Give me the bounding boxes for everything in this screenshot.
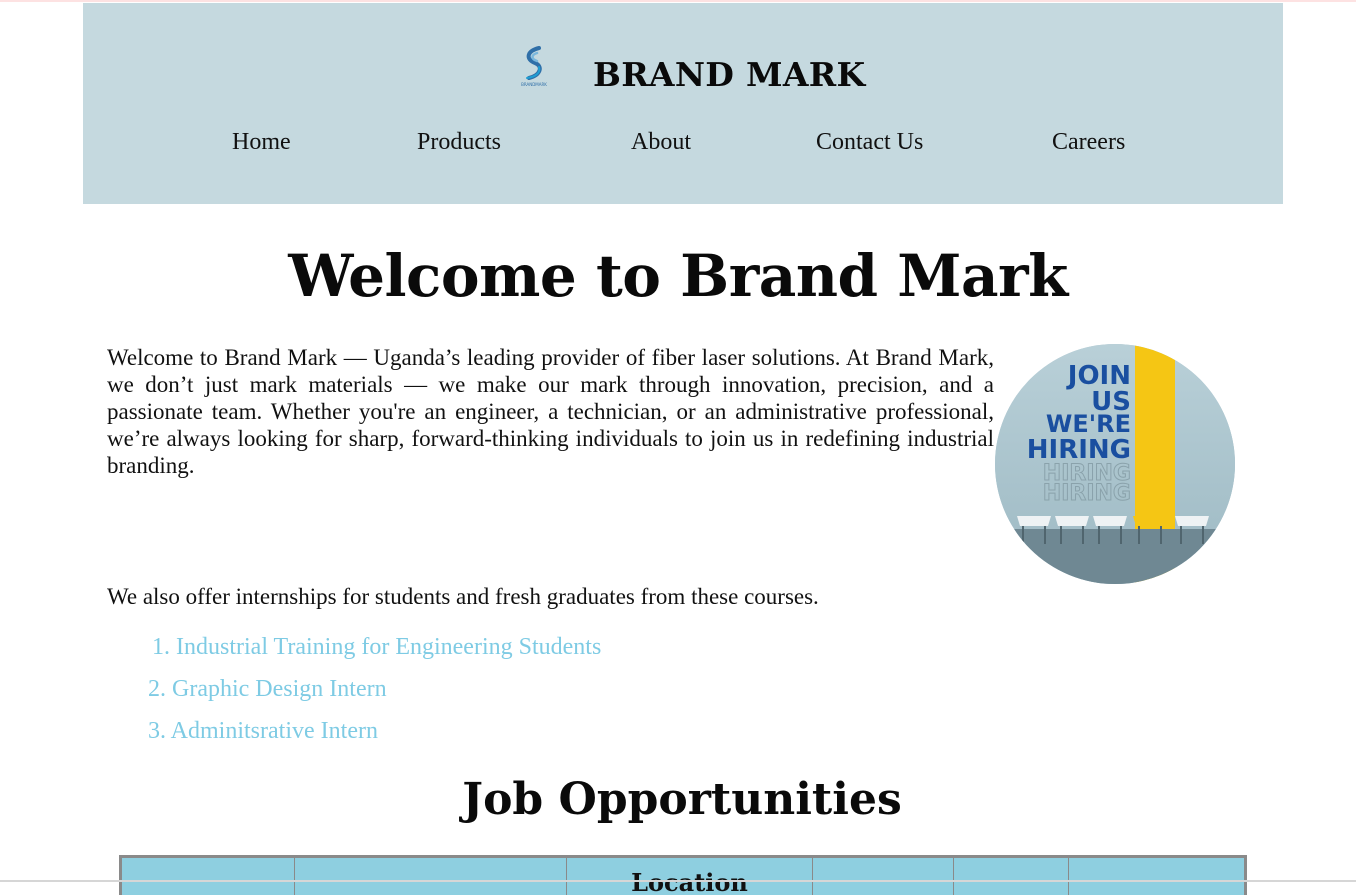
jobs-table-header-cell [122, 858, 295, 895]
hiring-line-3: WE'RE [1046, 410, 1131, 438]
course-item-industrial-training[interactable]: 1. Industrial Training for Engineering S… [148, 626, 601, 668]
brand-row: BRANDMARK BRAND MARK [83, 43, 1283, 113]
jobs-table-header-cell [1069, 858, 1244, 895]
jobs-table-header-cell [954, 858, 1069, 895]
nav-contact-link[interactable]: Contact Us [816, 129, 923, 156]
course-item-graphic-design[interactable]: 2. Graphic Design Intern [148, 668, 601, 710]
jobs-section-title: Job Opportunities [462, 774, 902, 825]
chairs-icon [1017, 516, 1209, 526]
nav-products-link[interactable]: Products [417, 129, 501, 156]
nav-careers-link[interactable]: Careers [1052, 129, 1125, 156]
brand-logo-icon[interactable]: BRANDMARK [517, 45, 551, 89]
nav-about-link[interactable]: About [631, 129, 691, 156]
site-header: BRANDMARK BRAND MARK Home Products About… [83, 3, 1283, 204]
nav-home-link[interactable]: Home [232, 129, 291, 156]
intro-paragraph: Welcome to Brand Mark — Uganda’s leading… [107, 345, 994, 478]
jobs-table: Location [119, 855, 1247, 895]
hiring-graphic: JOIN US WE'RE HIRING HIRING HIRING [995, 344, 1235, 584]
brand-title: BRAND MARK [593, 55, 866, 94]
jobs-table-header-cell [813, 858, 954, 895]
hiring-echo-2: HIRING [1043, 481, 1131, 506]
main-nav: Home Products About Contact Us Careers [83, 129, 1283, 169]
jobs-table-header-location: Location [567, 858, 813, 895]
logo-caption: BRANDMARK [521, 82, 547, 87]
course-item-administrative[interactable]: 3. Adminitsrative Intern [148, 710, 601, 752]
course-list: 1. Industrial Training for Engineering S… [148, 626, 601, 752]
jobs-table-header-cell [295, 858, 567, 895]
page-title: Welcome to Brand Mark [288, 242, 1068, 310]
internship-intro: We also offer internships for students a… [107, 584, 819, 609]
top-border [0, 0, 1356, 2]
hiring-image: JOIN US WE'RE HIRING HIRING HIRING [995, 344, 1235, 584]
